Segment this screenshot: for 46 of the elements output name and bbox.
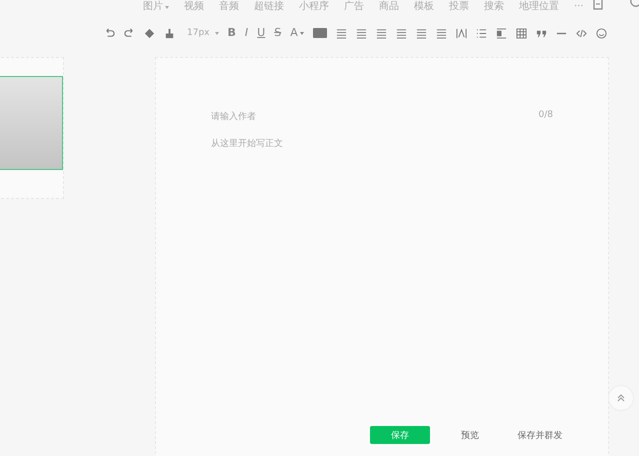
letter-spacing-icon[interactable] — [456, 28, 467, 38]
insert-menu-item[interactable]: ··· — [574, 1, 584, 13]
back-to-top-button[interactable] — [608, 385, 634, 411]
chevron-up-icon — [617, 394, 625, 402]
insert-menu-item[interactable]: 广告 — [344, 1, 364, 13]
code-icon[interactable] — [576, 28, 587, 38]
highlight-icon[interactable] — [312, 28, 327, 38]
bold-button[interactable]: B — [228, 27, 236, 39]
insert-menu-item[interactable]: 模板 — [414, 1, 434, 13]
cover-thumbnail[interactable] — [0, 76, 63, 170]
brush-icon[interactable] — [164, 28, 175, 38]
list-icon[interactable] — [476, 28, 487, 38]
emoji-icon[interactable] — [596, 28, 607, 38]
redo-icon[interactable] — [124, 28, 135, 38]
align-icon[interactable] — [376, 28, 387, 38]
insert-menu-item[interactable]: 投票 — [449, 1, 469, 13]
font-color-button[interactable]: A — [290, 27, 298, 39]
align-icon[interactable] — [356, 28, 367, 38]
insert-menu-item[interactable]: 小程序 — [299, 1, 329, 13]
insert-menu-item[interactable]: 商品 — [379, 1, 399, 13]
insert-menu-item[interactable]: 图片 — [143, 1, 169, 13]
italic-button[interactable]: I — [244, 27, 248, 39]
insert-menu-item[interactable]: 地理位置 — [519, 1, 559, 13]
align-icon[interactable] — [436, 28, 447, 38]
indent-icon[interactable] — [496, 28, 507, 38]
save-button[interactable]: 保存 — [370, 426, 430, 444]
author-field[interactable]: 请输入作者 — [211, 110, 256, 123]
undo-icon[interactable] — [104, 28, 115, 38]
insert-menu-item[interactable]: 搜索 — [484, 1, 504, 13]
action-button[interactable]: 保存并群发 — [512, 426, 568, 444]
underline-button[interactable]: U — [257, 27, 266, 39]
body-field[interactable]: 从这里开始写正文 — [211, 137, 608, 150]
table-icon[interactable] — [516, 28, 527, 38]
insert-menu-item[interactable]: 视频 — [184, 1, 204, 13]
insert-menu-item[interactable]: 音频 — [219, 1, 239, 13]
align-icon[interactable] — [396, 28, 407, 38]
caret-icon — [214, 32, 218, 34]
align-icon[interactable] — [416, 28, 427, 38]
caret-icon — [300, 32, 304, 34]
font-size-select[interactable]: 17px — [187, 27, 210, 39]
document-icon[interactable] — [592, 0, 604, 10]
align-icon[interactable] — [336, 28, 347, 38]
author-counter: 0/8 — [538, 110, 553, 122]
insert-menu-item[interactable]: 超链接 — [254, 1, 284, 13]
action-button[interactable]: 预览 — [442, 426, 498, 444]
strikethrough-button[interactable]: S — [274, 27, 282, 39]
